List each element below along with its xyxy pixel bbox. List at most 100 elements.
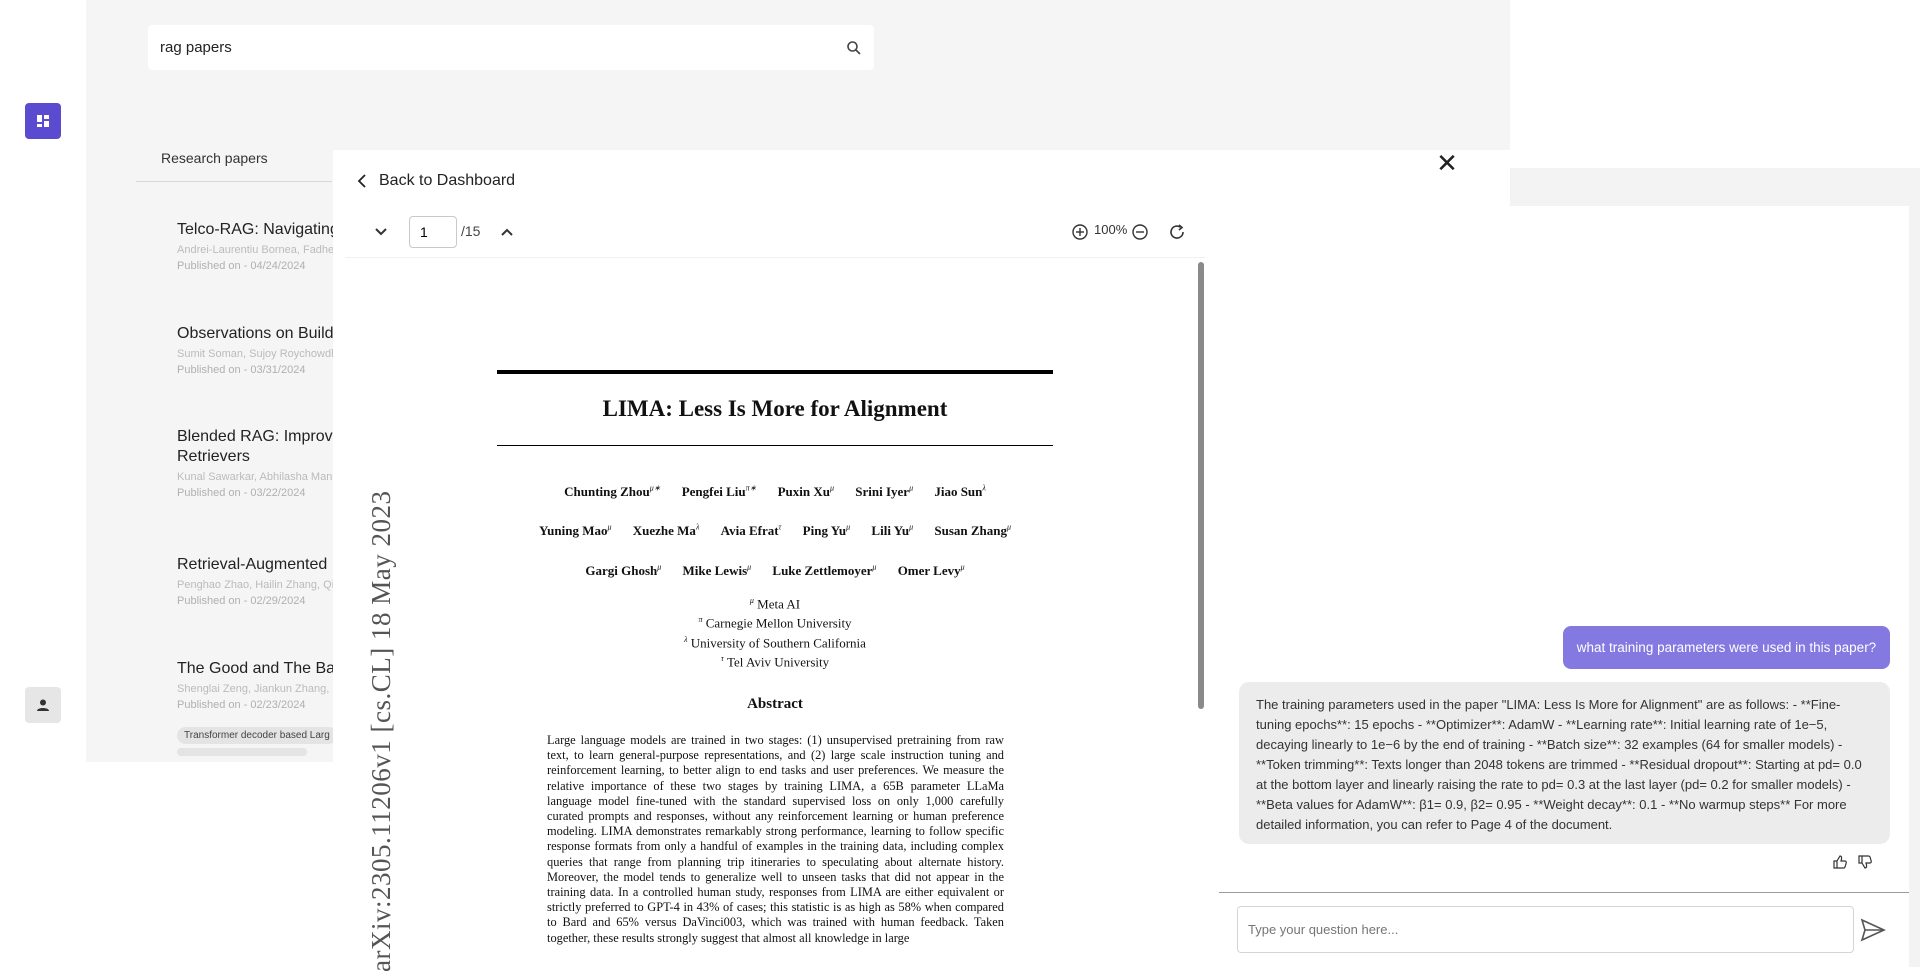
author-name: Pengfei Liu [681, 484, 746, 500]
author-mark: λ [982, 484, 986, 493]
paper-list-item[interactable]: Retrieval-Augmented Penghao Zhao, Hailin… [177, 555, 337, 607]
paper-authors: Kunal Sawarkar, Abhilasha Man [177, 471, 333, 483]
author-name: Chunting Zhou [564, 484, 650, 500]
affiliations: μ Meta AI π Carnegie Mellon University λ… [497, 593, 1053, 670]
search-input[interactable]: rag papers [160, 39, 846, 56]
affiliation-mark: μ [749, 596, 754, 605]
paper-date: Published on - 03/31/2024 [177, 364, 306, 376]
author-mark: μ [830, 484, 835, 493]
paper-title[interactable]: The Good and The Ba [177, 659, 337, 679]
assistant-message-bubble: The training parameters used in the pape… [1239, 682, 1890, 844]
paper-title[interactable]: Blended RAG: Improvi [177, 427, 337, 447]
zoom-in-button[interactable] [1068, 220, 1092, 244]
next-page-button[interactable] [369, 220, 393, 244]
left-rail [0, 0, 86, 967]
affiliation-name: Carnegie Mellon University [705, 615, 852, 631]
thumbs-up-icon [1833, 855, 1847, 869]
pdf-scrollbar[interactable] [1198, 262, 1204, 709]
previous-page-button[interactable] [495, 220, 519, 244]
thumbs-down-button[interactable] [1856, 853, 1874, 871]
author: Ping Yuμ [803, 523, 851, 538]
close-modal-button[interactable]: ✕ [1432, 148, 1462, 178]
search-bar[interactable]: rag papers [148, 25, 874, 70]
author: Yuning Maoμ [539, 523, 612, 538]
author: Susan Zhangμ [934, 523, 1011, 538]
author-name: Yuning Mao [538, 523, 608, 539]
paper-list-item[interactable]: Telco-RAG: Navigating Andrei-Laurentiu B… [177, 220, 337, 272]
author-mark: π∗ [745, 484, 757, 493]
pdf-toolbar: /15 100% [345, 206, 1205, 258]
author-mark: τ [778, 523, 782, 532]
chevron-up-icon [501, 228, 513, 236]
affiliation-mark: π [698, 615, 703, 625]
thumbs-down-icon [1858, 855, 1872, 869]
affiliation: λ University of Southern California [497, 632, 1053, 651]
rotate-button[interactable] [1165, 220, 1189, 244]
arxiv-stamp: arXiv:2305.11206v1 [cs.CL] 18 May 2023 [366, 490, 396, 972]
paper-date: Published on - 04/24/2024 [177, 260, 306, 272]
author: Chunting Zhouμ∗ [564, 484, 660, 499]
title-rule-top [497, 370, 1053, 374]
paper-authors: Sumit Soman, Sujoy Roychowdh [177, 348, 337, 360]
zoom-out-icon [1132, 224, 1148, 240]
title-rule-bottom [497, 445, 1053, 446]
paper-list-item[interactable]: Blended RAG: Improvi Retrievers Kunal Sa… [177, 427, 337, 499]
affiliation-mark: τ [720, 653, 724, 663]
author-name: Avia Efrat [720, 523, 779, 539]
author: Gargi Ghoshμ [585, 563, 661, 578]
back-to-dashboard-link[interactable]: Back to Dashboard [357, 172, 515, 190]
user-icon [37, 699, 49, 711]
paper-title-line2[interactable]: Retrievers [177, 447, 337, 467]
author-mark: μ∗ [649, 484, 661, 493]
author-mark: μ [657, 563, 662, 572]
author: Lili Yuμ [871, 523, 913, 538]
authors-row-3: Gargi Ghoshμ Mike Lewisμ Luke Zettlemoye… [497, 563, 1053, 579]
affiliation: π Carnegie Mellon University [497, 612, 1053, 631]
author-name: Susan Zhang [934, 523, 1008, 539]
page-number-input[interactable] [409, 216, 457, 248]
dashboard-nav-button[interactable] [25, 103, 61, 139]
paper-list-item[interactable]: Observations on Build Sumit Soman, Sujoy… [177, 324, 337, 376]
author-mark: μ [960, 563, 965, 572]
paper-date: Published on - 02/23/2024 [177, 699, 306, 711]
refresh-icon [1170, 224, 1184, 239]
chevron-left-icon [357, 174, 366, 188]
affiliation-mark: λ [684, 634, 688, 644]
author-name: Omer Levy [897, 563, 961, 579]
affiliation: μ Meta AI [497, 593, 1053, 612]
paper-title[interactable]: Telco-RAG: Navigating [177, 220, 337, 240]
author-mark: μ [1007, 523, 1012, 532]
zoom-in-icon [1072, 224, 1088, 240]
zoom-out-button[interactable] [1128, 220, 1152, 244]
paper-tag[interactable]: Transformer decoder based Larg [177, 727, 337, 744]
chat-question-input[interactable] [1237, 906, 1854, 953]
affiliation-name: Meta AI [757, 596, 801, 612]
abstract-heading: Abstract [747, 696, 803, 712]
author: Omer Levyμ [898, 563, 965, 578]
paper-date: Published on - 02/29/2024 [177, 595, 306, 607]
paper-title[interactable]: Retrieval-Augmented [177, 555, 337, 575]
thumbs-up-button[interactable] [1831, 853, 1849, 871]
chat-divider [1219, 892, 1909, 893]
close-icon[interactable]: ✕ [1436, 148, 1458, 179]
paper-tag[interactable] [177, 748, 307, 756]
authors-row-2: Yuning Maoμ Xuezhe Maλ Avia Efratτ Ping … [497, 523, 1053, 539]
paper-list-item[interactable]: The Good and The Ba Shenglai Zeng, Jiank… [177, 659, 337, 756]
author-mark: μ [747, 563, 752, 572]
author: Puxin Xuμ [778, 484, 834, 499]
authors-row-1: Chunting Zhouμ∗ Pengfei Liuπ∗ Puxin Xuμ … [497, 484, 1053, 500]
affiliation-name: University of Southern California [690, 634, 866, 650]
author-name: Puxin Xu [777, 484, 830, 500]
search-icon[interactable] [846, 40, 862, 56]
paper-title[interactable]: Observations on Build [177, 324, 337, 344]
author-name: Jiao Sun [934, 484, 983, 500]
chevron-down-icon [375, 228, 387, 236]
author-mark: μ [909, 484, 914, 493]
back-to-dashboard-label[interactable]: Back to Dashboard [379, 172, 515, 190]
dashboard-icon [37, 115, 49, 127]
send-icon[interactable] [1860, 918, 1886, 942]
affiliation-name: Tel Aviv University [727, 654, 830, 670]
paper-authors: Andrei-Laurentiu Bornea, Fadhel [177, 244, 337, 256]
user-profile-button[interactable] [25, 687, 61, 723]
author-name: Lili Yu [871, 523, 910, 539]
